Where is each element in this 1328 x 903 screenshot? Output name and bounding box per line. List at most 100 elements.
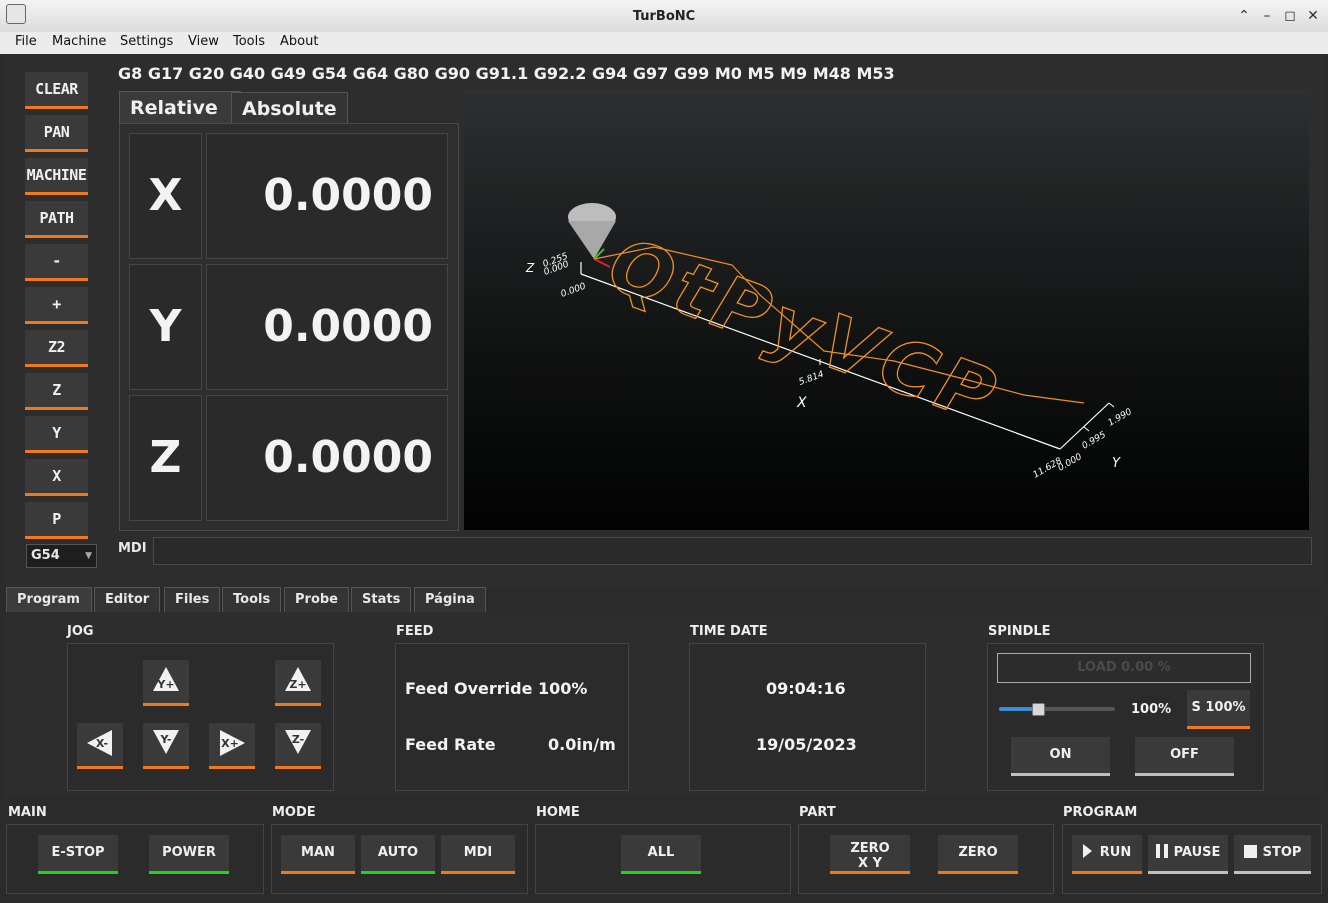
spindle-speed-reset-button[interactable]: S 100% xyxy=(1187,690,1250,729)
jog-z-minus-button[interactable]: Z- xyxy=(275,723,321,769)
estop-button[interactable]: E-STOP xyxy=(38,835,118,874)
dro-value-y-text: 0.0000 xyxy=(263,301,433,352)
view-z2-button[interactable]: Z2 xyxy=(25,330,88,367)
spindle-label: SPINDLE xyxy=(988,624,1051,639)
title-bar: TurBoNC ⌃ – ◻ ✕ xyxy=(0,0,1328,33)
chevron-down-icon: ▼ xyxy=(85,551,92,561)
collapse-icon[interactable]: ⌃ xyxy=(1236,8,1252,24)
x-origin-axis xyxy=(593,258,611,268)
clear-button[interactable]: CLEAR xyxy=(25,72,88,109)
pause-button[interactable]: PAUSE xyxy=(1148,835,1228,874)
x-start-label: 0.000 xyxy=(560,282,588,300)
jog-z-plus-text: Z+ xyxy=(289,678,306,691)
spindle-off-button[interactable]: OFF xyxy=(1135,737,1234,776)
y-start-label: 0.000 xyxy=(1057,452,1085,474)
tab-relative[interactable]: Relative xyxy=(119,91,241,125)
menu-tools[interactable]: Tools xyxy=(233,34,265,49)
play-icon xyxy=(1082,844,1092,858)
zoom-in-button[interactable]: + xyxy=(25,287,88,324)
tab-pagina[interactable]: Página xyxy=(414,587,486,613)
tab-files[interactable]: Files xyxy=(164,587,221,613)
menu-machine[interactable]: Machine xyxy=(52,34,106,49)
run-button-label: RUN xyxy=(1099,845,1132,860)
dro-value-z-text: 0.0000 xyxy=(263,432,433,483)
y-end-tick xyxy=(1108,402,1115,408)
home-all-button[interactable]: ALL xyxy=(621,835,701,874)
feed-box xyxy=(395,643,629,791)
jog-y-minus-button[interactable]: Y- xyxy=(143,723,189,769)
tool-cone xyxy=(568,221,616,259)
zero-xy-button[interactable]: ZERO X Y xyxy=(830,835,910,874)
tab-editor[interactable]: Editor xyxy=(94,587,161,613)
power-button[interactable]: POWER xyxy=(149,835,229,874)
minimize-icon[interactable]: – xyxy=(1259,8,1275,24)
maximize-icon[interactable]: ◻ xyxy=(1282,8,1298,24)
jog-y-minus-icon: Y- xyxy=(153,730,179,754)
mode-auto-button[interactable]: AUTO xyxy=(361,835,435,874)
machine-view-button[interactable]: MACHINE xyxy=(25,158,88,195)
pause-icon xyxy=(1155,844,1168,858)
menu-about[interactable]: About xyxy=(280,34,318,49)
path-button[interactable]: PATH xyxy=(25,201,88,238)
stop-button[interactable]: STOP xyxy=(1234,835,1311,874)
dro-axis-x: X xyxy=(129,133,202,259)
menu-view[interactable]: View xyxy=(188,34,219,49)
home-label: HOME xyxy=(536,805,580,820)
z-axis-label: Z xyxy=(525,261,535,275)
run-button[interactable]: RUN xyxy=(1072,835,1142,874)
view-p-button[interactable]: P xyxy=(25,502,88,539)
time-date-label: TIME DATE xyxy=(690,624,768,639)
spindle-on-button[interactable]: ON xyxy=(1011,737,1110,776)
tab-stats[interactable]: Stats xyxy=(351,587,412,613)
jog-x-plus-icon: X+ xyxy=(220,730,245,756)
y-mid-label: 0.995 xyxy=(1081,430,1109,452)
view-y-button[interactable]: Y xyxy=(25,416,88,453)
view-z-button[interactable]: Z xyxy=(25,373,88,410)
jog-z-minus-icon: Z- xyxy=(285,730,311,754)
active-gcodes: G8 G17 G20 G40 G49 G54 G64 G80 G90 G91.1… xyxy=(118,64,895,83)
zoom-out-button[interactable]: - xyxy=(25,244,88,281)
jog-y-plus-icon: Y+ xyxy=(153,667,179,691)
mdi-input[interactable] xyxy=(153,537,1312,565)
mode-manual-button[interactable]: MAN xyxy=(281,835,355,874)
part-label: PART xyxy=(799,805,836,820)
feed-rate-label: Feed Rate xyxy=(405,735,496,754)
jog-x-plus-button[interactable]: X+ xyxy=(209,723,255,769)
gcode-3d-viewer[interactable]: QtPyVCP Z 0.255 0.000 0.000 5.814 X 11.6… xyxy=(464,89,1309,530)
tab-tools[interactable]: Tools xyxy=(222,587,282,613)
view-x-button[interactable]: X xyxy=(25,459,88,496)
menu-file[interactable]: File xyxy=(15,34,37,49)
time-value: 09:04:16 xyxy=(766,679,846,698)
dro-value-z: 0.0000 xyxy=(206,395,448,521)
y-mid-tick xyxy=(1083,426,1090,432)
menu-bar: File Machine Settings View Tools About xyxy=(0,32,1328,54)
spindle-load-bar: LOAD 0.00 % xyxy=(997,653,1251,683)
menu-settings[interactable]: Settings xyxy=(120,34,173,49)
jog-y-plus-text: Y+ xyxy=(156,678,174,691)
feed-label: FEED xyxy=(396,624,434,639)
stop-icon xyxy=(1243,845,1257,858)
dro-value-x-text: 0.0000 xyxy=(263,170,433,221)
y-axis-label: Y xyxy=(1112,456,1121,471)
jog-x-minus-button[interactable]: X- xyxy=(77,723,123,769)
dro-axis-y: Y xyxy=(129,264,202,390)
pause-button-label: PAUSE xyxy=(1173,845,1221,860)
window-title: TurBoNC xyxy=(632,9,696,24)
mode-mdi-button[interactable]: MDI xyxy=(441,835,515,874)
spindle-override-slider-handle[interactable] xyxy=(1032,703,1045,716)
close-icon[interactable]: ✕ xyxy=(1305,8,1321,24)
date-value: 19/05/2023 xyxy=(756,735,857,754)
tab-program[interactable]: Program xyxy=(6,587,92,613)
pan-button[interactable]: PAN xyxy=(25,115,88,152)
dro-value-x: 0.0000 xyxy=(206,133,448,259)
jog-z-plus-button[interactable]: Z+ xyxy=(275,660,321,706)
main-label: MAIN xyxy=(8,805,47,820)
jog-y-plus-button[interactable]: Y+ xyxy=(143,660,189,706)
tab-absolute[interactable]: Absolute xyxy=(231,92,348,124)
zero-button[interactable]: ZERO xyxy=(938,835,1018,874)
jog-x-minus-text: X- xyxy=(96,737,108,750)
program-label: PROGRAM xyxy=(1063,805,1138,820)
tab-probe[interactable]: Probe xyxy=(284,587,349,613)
wcs-select[interactable]: G54 ▼ xyxy=(26,544,97,568)
y-end-label: 1.990 xyxy=(1107,407,1135,429)
